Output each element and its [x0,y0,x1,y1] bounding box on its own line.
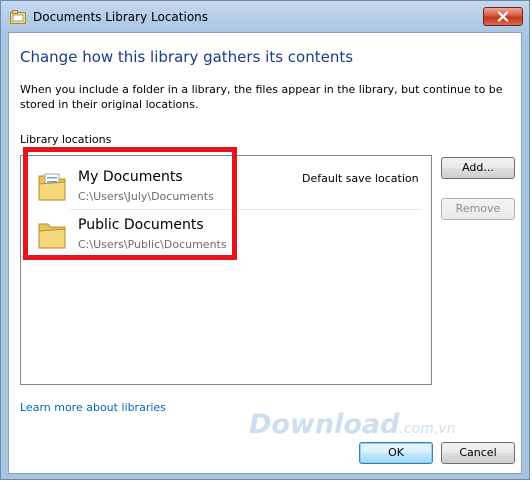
dialog-content: Change how this library gathers its cont… [8,32,522,474]
remove-button[interactable]: Remove [441,198,515,220]
library-locations-list[interactable]: My Documents C:\Users\July\Documents Def… [20,155,432,385]
location-name: My Documents [78,169,183,185]
description-text: When you include a folder in a library, … [20,83,503,111]
watermark-brand: Download [249,409,400,440]
location-path: C:\Users\July\Documents [78,190,214,203]
list-item[interactable]: My Documents C:\Users\July\Documents Def… [31,162,421,208]
library-locations-label: Library locations [20,133,112,146]
page-title: Change how this library gathers its cont… [20,48,354,66]
ok-button[interactable]: OK [359,442,433,464]
location-name: Public Documents [78,217,204,233]
add-button[interactable]: Add... [441,157,515,179]
watermark: Download.com.vn [249,409,455,440]
documents-folder-icon [38,173,66,201]
library-icon [10,10,26,24]
learn-more-link[interactable]: Learn more about libraries [20,401,166,414]
title-bar[interactable]: Documents Library Locations [1,1,529,33]
window-title: Documents Library Locations [33,10,209,24]
close-button[interactable] [483,7,523,26]
folder-icon [38,223,66,249]
list-item[interactable]: Public Documents C:\Users\Public\Documen… [31,210,421,256]
cancel-button[interactable]: Cancel [441,442,515,464]
watermark-suffix: .com.vn [399,421,456,437]
location-path: C:\Users\Public\Documents [78,238,227,251]
close-icon [497,11,509,22]
default-save-location-label: Default save location [302,172,419,185]
dialog-window: Documents Library Locations Change how t… [0,0,530,480]
